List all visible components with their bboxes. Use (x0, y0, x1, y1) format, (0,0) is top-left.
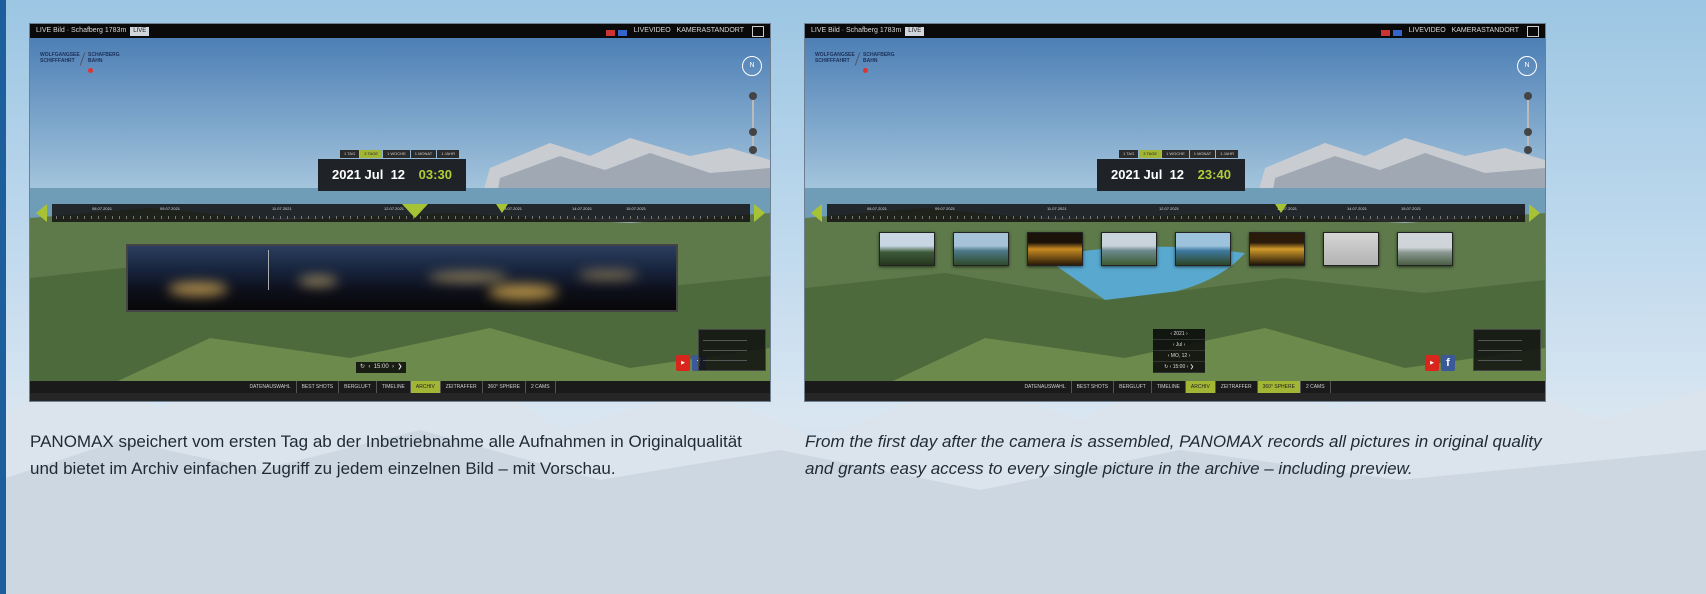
date-time: 03:30 (418, 167, 452, 182)
edit-icon[interactable] (752, 26, 764, 37)
picker-year[interactable]: ‹ 2021 › (1153, 329, 1205, 340)
youtube-icon[interactable]: ▶ (676, 355, 690, 371)
thumbnail-7[interactable] (1323, 232, 1379, 266)
date-day: 12 (1169, 167, 1185, 182)
caption-german: PANOMAX speichert vom ersten Tag ab der … (30, 432, 742, 478)
weather-widget (698, 329, 766, 371)
top-links[interactable]: LIVEVIDEO KAMERASTANDORT (1409, 24, 1519, 38)
thumbnail-4[interactable] (1101, 232, 1157, 266)
top-bar: LIVE Bild · Schafberg 1783m LIVE LIVEVIDE… (805, 24, 1545, 38)
picker-day[interactable]: ‹ MO, 12 › (1153, 351, 1205, 362)
brand-logo: WOLFGANGSEE SCHIFFFAHRT SCHAFBERG BAHN (40, 52, 120, 73)
zoom-slider[interactable] (749, 92, 757, 154)
top-links[interactable]: LIVEVIDEO KAMERASTANDORT (634, 24, 744, 38)
date-year: 2021 (332, 167, 361, 182)
archive-date-display: 2021 Jul 12 23:40 (1097, 159, 1245, 191)
language-flags[interactable] (606, 28, 630, 42)
archive-date-display: 2021 Jul 12 03:30 (318, 159, 466, 191)
nav-2cams[interactable]: 2 CAMS (1301, 381, 1331, 393)
nav-best-shots[interactable]: BEST SHOTS (1072, 381, 1115, 393)
screenshot-archive-night: LIVE Bild · Schafberg 1783m LIVE LIVEVIDE… (30, 24, 770, 401)
picker-time-value: 15:00 (1172, 364, 1186, 370)
nav-zeitraffer[interactable]: ZEITRAFFER (441, 381, 483, 393)
archive-period-tabs[interactable]: 1 TAG 3 TAGE 1 WOCHE 1 MONAT 1 JAHR (340, 150, 460, 158)
timeline-date-labels: 08.07.2021 09.07.2021 11.07.2021 12.07.2021… (92, 206, 647, 211)
night-panorama-preview[interactable] (126, 244, 678, 312)
nav-best-shots[interactable]: BEST SHOTS (297, 381, 340, 393)
picker-year-value: 2021 (1173, 331, 1185, 337)
brand-logo: WOLFGANGSEE SCHIFFFAHRT SCHAFBERG BAHN (815, 52, 895, 73)
thumbnail-strip (879, 232, 1459, 268)
edit-icon[interactable] (1527, 26, 1539, 37)
date-time: 23:40 (1197, 167, 1231, 182)
nav-zeitraffer[interactable]: ZEITRAFFER (1216, 381, 1258, 393)
timeline-secondary-marker[interactable] (496, 204, 508, 213)
archive-timeline[interactable]: 08.07.2021 09.07.2021 11.07.2021 12.07.2021… (52, 204, 750, 222)
compass-icon[interactable]: N (742, 56, 762, 76)
live-badge[interactable]: LIVE (130, 27, 150, 36)
nav-bergluft[interactable]: BERGLUFT (1114, 381, 1152, 393)
nav-archiv[interactable]: ARCHIV (1185, 381, 1216, 393)
caption-english: From the first day after the camera is a… (805, 432, 1542, 478)
picker-month[interactable]: ‹ Jul › (1153, 340, 1205, 351)
nav-datenauswahl[interactable]: DATENAUSWAHL (244, 381, 297, 393)
timeline-next-arrow[interactable] (1529, 204, 1540, 222)
nav-bergluft[interactable]: BERGLUFT (339, 381, 377, 393)
date-month: Jul (364, 167, 384, 182)
timeline-date-labels: 08.07.2021 09.07.2021 11.07.2021 12.07.2021… (867, 206, 1422, 211)
controls-time: 15:00 (373, 364, 389, 370)
nav-timeline[interactable]: TIMELINE (377, 381, 411, 393)
picker-day-value: MO, 12 (1170, 353, 1188, 359)
timeline-current-marker[interactable] (402, 204, 428, 218)
youtube-icon[interactable]: ▶ (1425, 355, 1439, 371)
camera-title: LIVE Bild · Schafberg 1783m LIVE (36, 24, 150, 38)
timeline-current-marker[interactable] (1275, 204, 1287, 213)
weather-widget (1473, 329, 1541, 371)
camera-title: LIVE Bild · Schafberg 1783m LIVE (811, 24, 925, 38)
timeline-next-arrow[interactable] (754, 204, 765, 222)
timeline-ticks (56, 216, 746, 219)
live-badge[interactable]: LIVE (905, 27, 925, 36)
compass-icon[interactable]: N (1517, 56, 1537, 76)
nav-timeline[interactable]: TIMELINE (1152, 381, 1186, 393)
nav-2cams[interactable]: 2 CAMS (526, 381, 556, 393)
date-month: Jul (1143, 167, 1163, 182)
nav-datenauswahl[interactable]: DATENAUSWAHL (1019, 381, 1072, 393)
nav-sphere[interactable]: 360° SPHERE (1257, 381, 1301, 393)
nav-archiv[interactable]: ARCHIV (410, 381, 441, 393)
screenshot-archive-thumbnails: LIVE Bild · Schafberg 1783m LIVE LIVEVIDE… (805, 24, 1545, 401)
picker-time[interactable]: ↻ ‹ 15:00 › ❯ (1153, 362, 1205, 373)
playback-controls[interactable]: ↻ ‹ 15:00 › ❯ (356, 362, 407, 373)
thumbnail-1[interactable] (879, 232, 935, 266)
date-year: 2021 (1111, 167, 1140, 182)
left-accent-bar (0, 0, 6, 594)
date-picker[interactable]: ‹ 2021 › ‹ Jul › ‹ MO, 12 › ↻ ‹ 15:00 › … (1153, 329, 1205, 373)
bottom-nav[interactable]: DATENAUSWAHL BEST SHOTS BERGLUFT TIMELINE AR… (30, 381, 770, 393)
thumbnail-8[interactable] (1397, 232, 1453, 266)
timeline-prev-arrow[interactable] (811, 204, 822, 222)
picker-month-value: Jul (1175, 342, 1183, 348)
thumbnail-2[interactable] (953, 232, 1009, 266)
bottom-nav[interactable]: DATENAUSWAHL BEST SHOTS BERGLUFT TIMELINE AR… (805, 381, 1545, 393)
archive-period-tabs[interactable]: 1 TAG 3 TAGE 1 WOCHE 1 MONAT 1 JAHR (1119, 150, 1239, 158)
timeline-ticks (831, 216, 1521, 219)
news-ticker (805, 393, 1545, 401)
antenna-mast (268, 250, 269, 290)
thumbnail-6[interactable] (1249, 232, 1305, 266)
date-day: 12 (390, 167, 406, 182)
zoom-slider[interactable] (1524, 92, 1532, 154)
language-flags[interactable] (1381, 28, 1405, 42)
facebook-icon[interactable]: f (1441, 355, 1455, 371)
archive-timeline[interactable]: 08.07.2021 09.07.2021 11.07.2021 12.07.2021… (827, 204, 1525, 222)
timeline-prev-arrow[interactable] (36, 204, 47, 222)
nav-sphere[interactable]: 360° SPHERE (483, 381, 526, 393)
top-bar: LIVE Bild · Schafberg 1783m LIVE LIVEVIDE… (30, 24, 770, 38)
thumbnail-5[interactable] (1175, 232, 1231, 266)
thumbnail-3[interactable] (1027, 232, 1083, 266)
news-ticker (30, 393, 770, 401)
